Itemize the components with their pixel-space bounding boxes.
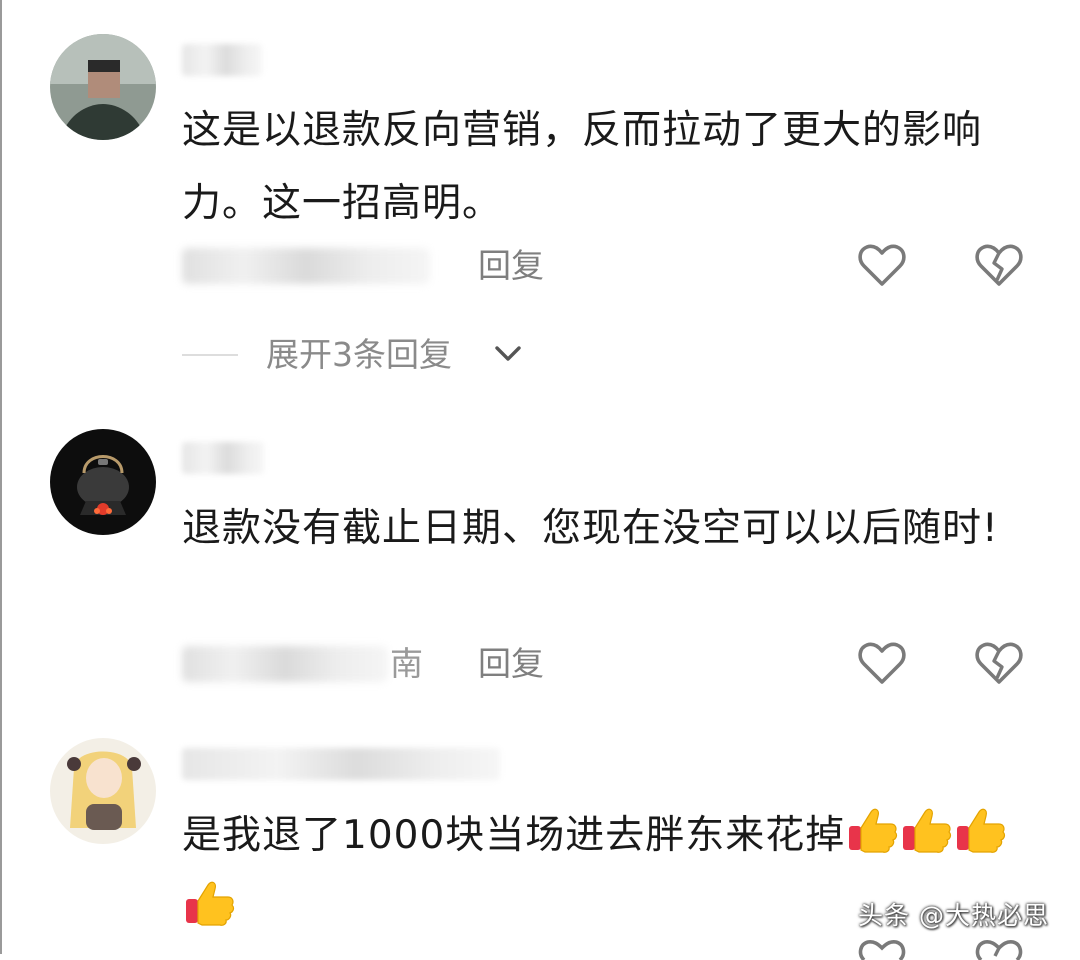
time-location-blurred xyxy=(182,248,430,284)
avatar[interactable] xyxy=(50,429,156,535)
reply-button[interactable]: 回复 xyxy=(478,642,544,686)
expand-replies-label: 展开3条回复 xyxy=(266,335,452,374)
username-blurred[interactable] xyxy=(182,44,262,76)
heart-outline-icon[interactable] xyxy=(858,940,906,960)
comment-text: 这是以退款反向营销，反而拉动了更大的影响力。这一招高明。 xyxy=(182,108,983,226)
username-blurred[interactable] xyxy=(182,748,500,780)
avatar[interactable] xyxy=(50,738,156,844)
expand-replies-button[interactable]: 展开3条回复 xyxy=(182,332,582,378)
divider xyxy=(182,354,238,356)
comment-meta: 回复 xyxy=(182,242,1042,292)
source-watermark: 头条 @大热必思 xyxy=(858,901,1049,930)
time-location-blurred xyxy=(182,646,388,682)
heart-outline-icon[interactable] xyxy=(858,640,906,686)
chevron-down-icon xyxy=(495,346,521,361)
comment-text: 退款没有截止日期、您现在没空可以以后随时! xyxy=(182,506,999,551)
comment-meta: 南 回复 xyxy=(182,640,1042,690)
broken-heart-icon[interactable] xyxy=(975,940,1023,960)
avatar[interactable] xyxy=(50,34,156,140)
left-edge-divider xyxy=(0,0,2,954)
thumbs-up-emoji-icon xyxy=(186,881,235,926)
comment-text-body: 是我退了1000块当场进去胖东来花掉 xyxy=(182,813,846,858)
username-blurred[interactable] xyxy=(182,442,264,474)
reply-button[interactable]: 回复 xyxy=(478,244,544,288)
heart-outline-icon[interactable] xyxy=(858,242,906,288)
broken-heart-icon[interactable] xyxy=(975,242,1023,288)
thumbs-up-emoji-icon xyxy=(957,808,1006,853)
broken-heart-icon[interactable] xyxy=(975,640,1023,686)
thumbs-up-emoji-icon xyxy=(903,808,952,853)
location-text: 南 xyxy=(390,644,423,683)
thumbs-up-emoji-icon xyxy=(849,808,898,853)
